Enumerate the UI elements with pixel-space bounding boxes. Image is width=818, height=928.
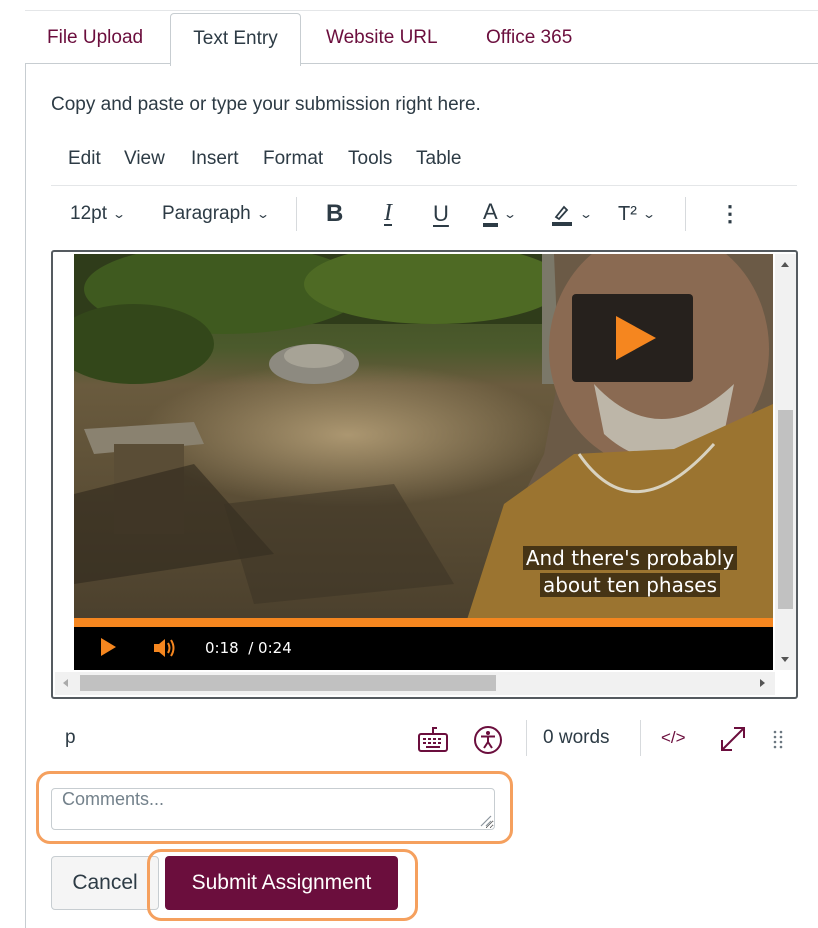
- video-time: 0:18 / 0:24: [205, 627, 292, 670]
- video-play-overlay-button[interactable]: [572, 294, 693, 382]
- menu-insert[interactable]: Insert: [191, 138, 239, 180]
- scroll-right-icon[interactable]: [760, 679, 765, 687]
- text-color-button[interactable]: A ⌄: [483, 189, 517, 239]
- italic-glyph: I: [384, 200, 392, 226]
- scroll-up-icon[interactable]: [781, 262, 789, 267]
- editor-toolbar: 12pt ⌄ Paragraph ⌄ B I U A ⌄ ⌄ T² ⌄ ⋮: [51, 189, 797, 239]
- tab-website-url[interactable]: Website URL: [326, 12, 438, 64]
- caption-line-2: about ten phases: [539, 573, 720, 597]
- superscript-button[interactable]: T² ⌄: [618, 189, 656, 239]
- superscript-icon: T²: [618, 202, 637, 225]
- tab-office-365[interactable]: Office 365: [486, 12, 572, 64]
- menu-format[interactable]: Format: [263, 138, 323, 180]
- more-icon[interactable]: ⋮: [719, 189, 741, 239]
- chevron-down-icon: ⌄: [502, 207, 517, 221]
- italic-icon[interactable]: I: [384, 189, 392, 239]
- html-editor-toggle[interactable]: </>: [661, 712, 686, 764]
- editor-statusbar: p 0 words </>: [51, 712, 797, 764]
- video-player[interactable]: And there's probably about ten phases 0:…: [74, 254, 773, 670]
- horizontal-scroll-thumb[interactable]: [80, 675, 496, 691]
- tab-file-upload[interactable]: File Upload: [47, 12, 143, 64]
- scroll-down-icon[interactable]: [781, 657, 789, 662]
- statusbar-divider: [526, 720, 527, 756]
- word-count[interactable]: 0 words: [543, 712, 610, 764]
- fullscreen-icon[interactable]: [718, 724, 748, 754]
- keyboard-icon[interactable]: [417, 725, 449, 753]
- menubar-divider: [51, 185, 797, 186]
- horizontal-scrollbar[interactable]: [55, 672, 775, 695]
- menu-view[interactable]: View: [124, 138, 165, 180]
- underline-icon[interactable]: U: [433, 189, 449, 239]
- tab-text-entry[interactable]: Text Entry: [170, 13, 301, 66]
- current-time: 0:18: [205, 639, 239, 657]
- video-controls: 0:18 / 0:24: [74, 627, 773, 670]
- vertical-scrollbar[interactable]: [775, 254, 796, 670]
- statusbar-divider: [640, 720, 641, 756]
- instructions-text: Copy and paste or type your submission r…: [51, 94, 481, 115]
- toolbar-divider: [296, 197, 297, 231]
- editor-menubar: Edit View Insert Format Tools Table: [51, 138, 797, 180]
- bold-icon[interactable]: B: [326, 189, 343, 239]
- highlight-icon: [552, 205, 572, 226]
- submit-assignment-button[interactable]: Submit Assignment: [165, 856, 398, 910]
- highlight-button[interactable]: ⌄: [550, 189, 594, 239]
- chevron-down-icon: ⌄: [111, 207, 127, 221]
- play-icon[interactable]: [101, 638, 116, 656]
- text-color-icon: A: [483, 201, 498, 227]
- caption-line-1: And there's probably: [522, 546, 738, 570]
- menu-tools[interactable]: Tools: [348, 138, 392, 180]
- rich-text-editor[interactable]: And there's probably about ten phases 0:…: [51, 250, 798, 699]
- chevron-down-icon: ⌄: [578, 207, 594, 221]
- play-icon: [616, 316, 656, 360]
- menu-edit[interactable]: Edit: [68, 138, 101, 180]
- block-format-select[interactable]: Paragraph ⌄: [162, 189, 270, 239]
- video-caption: And there's probably about ten phases: [510, 545, 750, 599]
- tab-panel-border: [25, 64, 26, 928]
- element-path[interactable]: p: [65, 712, 76, 764]
- volume-icon[interactable]: [152, 635, 178, 661]
- block-format-value: Paragraph: [162, 203, 251, 224]
- font-size-value: 12pt: [70, 203, 107, 224]
- top-divider: [25, 10, 818, 11]
- chevron-down-icon: ⌄: [255, 207, 270, 221]
- duration: / 0:24: [248, 639, 292, 657]
- cancel-button[interactable]: Cancel: [51, 856, 159, 910]
- vertical-scroll-thumb[interactable]: [778, 410, 793, 609]
- comments-field[interactable]: [51, 788, 495, 830]
- menu-table[interactable]: Table: [416, 138, 461, 180]
- font-size-select[interactable]: 12pt ⌄: [70, 189, 127, 239]
- toolbar-divider: [685, 197, 686, 231]
- chevron-down-icon: ⌄: [641, 207, 656, 221]
- video-progress-bar[interactable]: [74, 618, 773, 627]
- submission-tabs: File Upload Text Entry Website URL Offic…: [25, 12, 818, 66]
- resize-grip-icon[interactable]: [773, 729, 783, 749]
- scroll-left-icon[interactable]: [63, 679, 68, 687]
- textarea-resize-icon[interactable]: [478, 813, 492, 827]
- accessibility-icon[interactable]: [473, 725, 503, 755]
